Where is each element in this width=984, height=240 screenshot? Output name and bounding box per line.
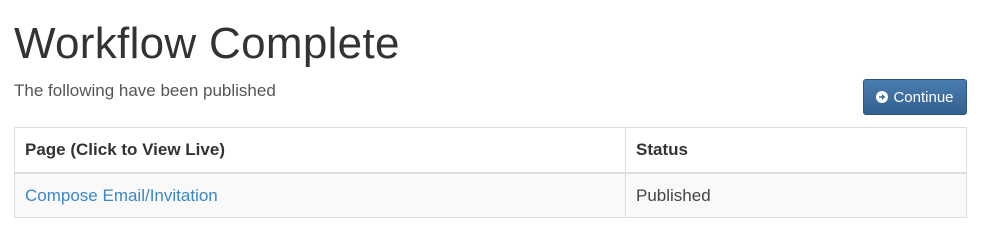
page-cell: Compose Email/Invitation [14, 172, 626, 218]
table-header-row: Page (Click to View Live) Status [14, 127, 967, 174]
continue-button-label: Continue [893, 88, 954, 106]
status-cell: Published [625, 172, 967, 218]
column-header-page: Page (Click to View Live) [14, 127, 626, 174]
published-table: Page (Click to View Live) Status Compose… [14, 127, 967, 218]
page-title: Workflow Complete [14, 19, 400, 68]
page-link[interactable]: Compose Email/Invitation [25, 186, 218, 205]
page-subtitle: The following have been published [14, 81, 276, 100]
arrow-circle-right-icon [876, 91, 889, 103]
table-row: Compose Email/Invitation Published [14, 172, 967, 218]
column-header-status: Status [625, 127, 967, 174]
continue-button[interactable]: Continue [863, 79, 967, 115]
